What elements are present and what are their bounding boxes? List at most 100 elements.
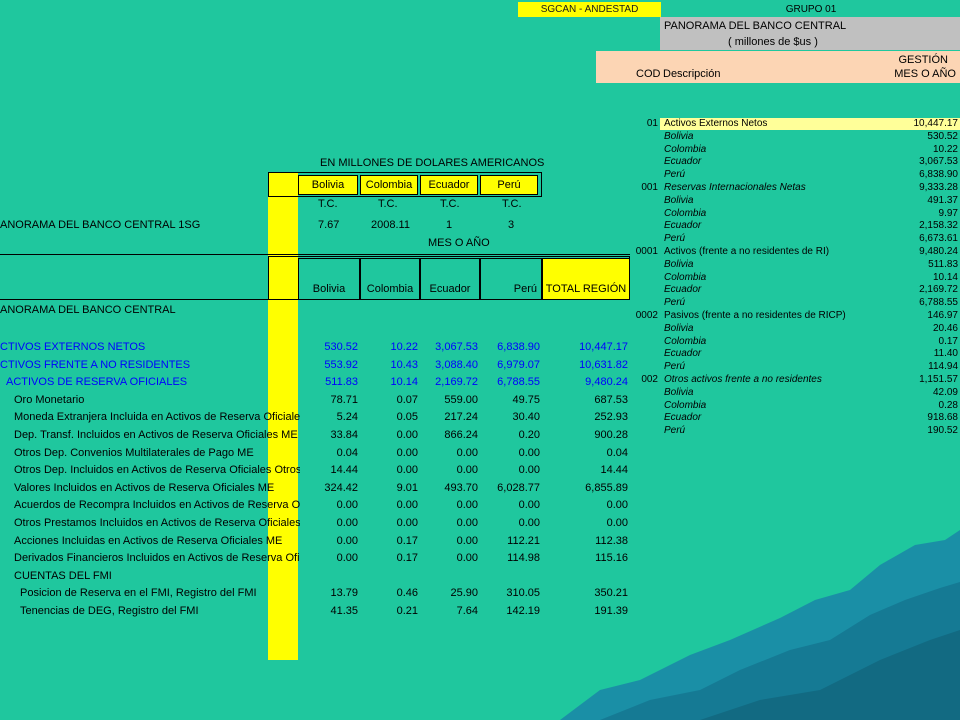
panel-row-desc: Colombia [664, 335, 707, 347]
tc-label-2: T.C. [378, 198, 398, 210]
panel-row-value: 190.52 [927, 425, 958, 437]
panel-row-code: 0002 [635, 310, 658, 321]
panel-row: Colombia 9.97 [596, 208, 960, 220]
table-cell-value: 9,480.24 [585, 376, 628, 389]
table-row-label: Oro Monetario [14, 393, 85, 406]
panel-row-desc: Perú [664, 425, 686, 437]
panel-row: Colombia 0.17 [596, 336, 960, 348]
panel-row-value: 491.37 [927, 194, 958, 206]
panel-row-code: 0001 [635, 246, 658, 257]
table-cell-value: 142.19 [506, 605, 540, 617]
table-cell-value: 511.83 [325, 376, 358, 389]
table-cell-value: 310.05 [506, 587, 540, 600]
table-row-label: Derivados Financieros Incluidos en Activ… [14, 552, 300, 565]
table-row: CUENTAS DEL FMI [0, 568, 640, 585]
table-row: Otros Dep. Incluidos en Activos de Reser… [0, 462, 640, 479]
table-cell-value: 0.04 [606, 446, 628, 459]
table-cell-value: 0.00 [518, 464, 540, 477]
table-cell-value: 493.70 [444, 481, 478, 494]
panel-row-desc: Activos (frente a no residentes de RI) [664, 246, 830, 257]
table-row: Valores Incluidos en Activos de Reserva … [0, 480, 640, 497]
table-cell-value: 0.00 [396, 499, 418, 512]
table-cell-value: 0.00 [396, 429, 418, 441]
table-cell-value: 0.00 [456, 464, 478, 477]
panel-row-value: 11.40 [933, 348, 958, 360]
group-label-left: SGCAN - ANDESTAD [518, 2, 661, 17]
table-cell-value: 191.39 [594, 605, 628, 617]
table-row: Acuerdos de Recompra Incluidos en Activo… [0, 497, 640, 514]
table-cell-value: 0.04 [336, 446, 358, 459]
table-cell-value: 112.21 [507, 534, 540, 547]
panel-row-desc: Otros activos frente a no residentes [664, 374, 822, 385]
tc-label-1: T.C. [318, 198, 338, 210]
table-cell-value: 0.00 [396, 517, 418, 529]
panel-row: Colombia 10.22 [596, 144, 960, 156]
panel-row-desc: Colombia [664, 271, 707, 283]
panel-row: Perú 114.94 [596, 361, 960, 373]
table-cell-value: 9.01 [396, 481, 418, 494]
panel-row-desc: Activos Externos Netos [664, 118, 768, 129]
panel-row: Ecuador 918.68 [596, 412, 960, 424]
table-row: ACTIVOS DE RESERVA OFICIALES 511.83 10.14 2… [0, 374, 640, 391]
panel-row-desc: Reservas Internacionales Netas [664, 182, 806, 193]
panel-row-value: 0.17 [938, 335, 958, 347]
table-cell-value: 217.24 [444, 411, 478, 424]
table-cell-value: 0.17 [396, 552, 418, 565]
table-row-label: Tenencias de DEG, Registro del FMI [20, 605, 199, 617]
panel-row: Perú 6,673.61 [596, 233, 960, 245]
table-row-label: CTIVOS FRENTE A NO RESIDENTES [0, 358, 191, 371]
panel-row-code: 002 [641, 374, 658, 385]
table-cell-value: 0.00 [336, 517, 358, 529]
table-cell-value: 0.07 [396, 393, 418, 406]
table-cell-value: 0.00 [456, 534, 478, 547]
panel-row: 0001 Activos (frente a no residentes de R… [596, 246, 960, 258]
table-cell-value: 530.52 [324, 341, 358, 353]
table-cell-value: 25.90 [450, 587, 478, 600]
table-cell-value: 0.00 [336, 552, 358, 565]
table-row: Moneda Extranjera Incluida en Activos de… [0, 409, 640, 426]
table-row-label: Otros Prestamos Incluidos en Activos de … [14, 517, 300, 529]
panel-row: Bolivia 20.46 [596, 323, 960, 335]
panel-title: PANORAMA DEL BANCO CENTRAL [664, 20, 847, 32]
table-row: Acciones Incluidas en Activos de Reserva… [0, 533, 640, 550]
table-cell-value: 0.00 [518, 446, 540, 459]
table-cell-value: 6,788.55 [497, 376, 540, 389]
table-cell-value: 10.22 [390, 341, 418, 353]
panel-row-value: 3,067.53 [919, 156, 958, 168]
col-header-bolivia: Bolivia [298, 258, 360, 300]
panel-row-desc: Colombia [664, 399, 707, 411]
panel-row: 001 Reservas Internacionales Netas 9,333.2… [596, 182, 960, 194]
table-row-label: CTIVOS EXTERNOS NETOS [0, 341, 146, 353]
panel-row-desc: Bolivia [664, 258, 694, 270]
panel-row-value: 9,480.24 [919, 246, 958, 257]
tc-colombia: 2008.11 [371, 219, 410, 231]
panel-row: Perú 6,788.55 [596, 297, 960, 309]
panel-row-value: 0.28 [938, 399, 958, 411]
table-row: Dep. Transf. Incluidos en Activos de Res… [0, 427, 640, 444]
panel-row-desc: Perú [664, 297, 686, 309]
panel-row: Colombia 0.28 [596, 400, 960, 412]
panel-row-desc: Perú [664, 361, 686, 373]
section-title: ANORAMA DEL BANCO CENTRAL [0, 304, 176, 316]
panel-row-value: 530.52 [927, 130, 958, 142]
table-row-label: ACTIVOS DE RESERVA OFICIALES [6, 376, 188, 389]
table-cell-value: 0.00 [518, 499, 540, 512]
panel-row-value: 114.94 [928, 361, 958, 373]
col-cod-header: COD [636, 68, 661, 80]
table-cell-value: 0.00 [336, 534, 358, 547]
table-row-label: Moneda Extranjera Incluida en Activos de… [14, 411, 300, 424]
table-cell-value: 3,067.53 [435, 341, 478, 353]
tc-bolivia: 7.67 [318, 219, 340, 231]
panel-row: Bolivia 511.83 [596, 259, 960, 271]
table-row-label: Valores Incluidos en Activos de Reserva … [14, 481, 275, 494]
table-row-label: Acciones Incluidas en Activos de Reserva… [14, 534, 283, 547]
panel-row-value: 511.83 [928, 258, 958, 270]
panel-row-value: 42.09 [932, 386, 958, 398]
table-cell-value: 6,838.90 [497, 341, 540, 353]
table-cell-value: 0.05 [396, 411, 418, 424]
table-cell-value: 0.00 [606, 517, 628, 529]
table-cell-value: 350.21 [594, 587, 628, 600]
panel-row: Colombia 10.14 [596, 272, 960, 284]
table-cell-value: 900.28 [594, 429, 628, 441]
country-bolivia: Bolivia [298, 175, 358, 195]
